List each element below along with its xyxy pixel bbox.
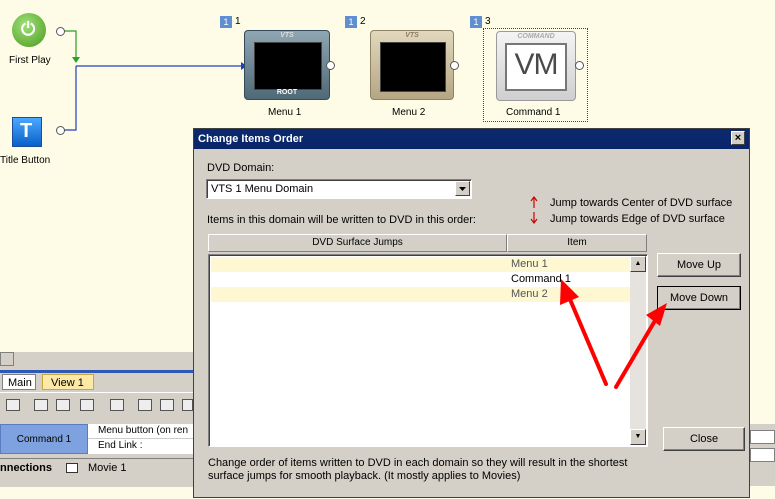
title-t-icon: T	[20, 120, 33, 142]
right-edge-panel	[750, 424, 775, 486]
toolbar-button-6[interactable]	[138, 399, 152, 411]
toolbar-button-7[interactable]	[160, 399, 174, 411]
menu1-number: 1	[235, 16, 241, 27]
movie-tab[interactable]: Movie 1	[88, 462, 127, 474]
first-play-node[interactable]: ⏻	[12, 13, 46, 47]
command1-badge: 1	[470, 16, 482, 28]
annotation-arrows	[560, 279, 667, 389]
command1-node[interactable]: COMMAND VM	[496, 31, 576, 101]
menu1-label: Menu 1	[268, 107, 302, 118]
change-items-order-dialog: Change Items Order × DVD Domain: VTS 1 M…	[193, 128, 750, 498]
menu1-caption-top: VTS	[280, 32, 294, 39]
menu1-node[interactable]: VTS ROOT	[244, 30, 330, 100]
toolbar-button-8[interactable]	[182, 399, 193, 411]
toolbar-button-2[interactable]	[34, 399, 48, 411]
power-icon: ⏻	[21, 19, 36, 39]
first-play-port[interactable]	[56, 27, 65, 36]
first-play-label: First Play	[9, 55, 51, 66]
title-button-node[interactable]: T	[12, 117, 42, 147]
menu2-label: Menu 2	[392, 107, 426, 118]
menu2-vts-badge: 1	[345, 16, 357, 28]
menu-button-cell: Menu button (on ren	[88, 424, 193, 439]
command1-number: 3	[485, 16, 491, 27]
toolbar	[0, 392, 193, 421]
menu1-port[interactable]	[326, 61, 335, 70]
command1-label: Command 1	[506, 107, 561, 118]
toolbar-button-5[interactable]	[110, 399, 124, 411]
toolbar-button-3[interactable]	[56, 399, 70, 411]
command-cell[interactable]: Command 1	[0, 424, 88, 454]
title-button-label: Title Button	[0, 155, 51, 166]
end-link-cell: End Link :	[88, 439, 193, 454]
menu1-vts-badge: 1	[220, 16, 232, 28]
tab-main[interactable]: Main	[2, 374, 36, 390]
app-bottom-panel: Main View 1 Command 1 Menu button (on re…	[0, 352, 193, 487]
tab-view-1[interactable]: View 1	[42, 374, 94, 390]
toolbar-button-4[interactable]	[80, 399, 94, 411]
scroll-thumb[interactable]	[0, 352, 14, 366]
menu1-caption-bottom: ROOT	[276, 89, 298, 96]
menu2-number: 2	[360, 16, 366, 27]
menu2-caption-top: VTS	[405, 32, 419, 39]
command1-caption-top: COMMAND	[517, 33, 555, 40]
toolbar-button-1[interactable]	[6, 399, 20, 411]
vm-icon: VM	[514, 48, 559, 81]
title-button-port[interactable]	[56, 126, 65, 135]
connections-tab[interactable]: nnections	[0, 462, 52, 474]
menu2-node[interactable]: VTS	[370, 30, 454, 100]
command1-port[interactable]	[575, 61, 584, 70]
movie-icon	[66, 463, 78, 473]
menu2-port[interactable]	[450, 61, 459, 70]
